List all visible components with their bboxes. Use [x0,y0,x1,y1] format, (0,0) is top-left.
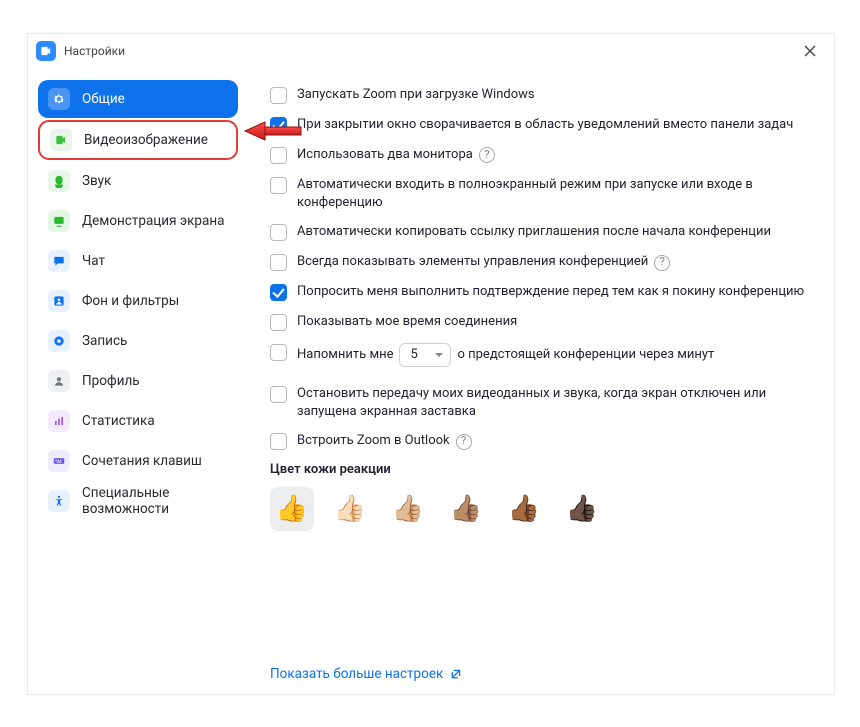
sidebar-item-label: Сочетания клавиш [82,453,202,469]
option-row: Всегда показывать элементы управления ко… [270,253,812,271]
sidebar-item-label: Чат [82,253,105,269]
option-label: Запускать Zoom при загрузке Windows [297,86,812,104]
help-icon[interactable]: ? [456,434,472,450]
skin-tone-option[interactable]: 👍🏽 [444,487,488,531]
sidebar-item-stats[interactable]: Статистика [38,402,238,440]
option-label: Автоматически копировать ссылку приглаше… [297,223,812,241]
close-button[interactable] [796,37,824,65]
checkbox[interactable] [270,386,287,403]
checkbox[interactable] [270,147,287,164]
checkbox[interactable] [270,314,287,331]
gear-icon [48,88,70,110]
option-row: Автоматически входить в полноэкранный ре… [270,176,812,211]
sidebar-item-keyboard[interactable]: Сочетания клавиш [38,442,238,480]
option-label: Показывать мое время соединения [297,313,812,331]
option-row: Встроить Zoom в Outlook? [270,432,812,450]
sidebar-item-bg[interactable]: Фон и фильтры [38,282,238,320]
sidebar-item-audio[interactable]: Звук [38,162,238,200]
sidebar-item-label: Профиль [82,373,140,389]
option-label: Всегда показывать элементы управления ко… [297,253,812,271]
checkbox[interactable] [270,87,287,104]
bg-icon [48,290,70,312]
option-row: Запускать Zoom при загрузке Windows [270,86,812,104]
option-row: Напомнить мне5о предстоящей конференции … [270,343,812,367]
sidebar-item-label: Демонстрация экрана [82,213,224,229]
option-row: При закрытии окно сворачивается в област… [270,116,812,134]
sidebar-item-share[interactable]: Демонстрация экрана [38,202,238,240]
checkbox[interactable] [270,284,287,301]
skin-tone-option[interactable]: 👍🏻 [328,487,372,531]
skin-tone-option[interactable]: 👍🏼 [386,487,430,531]
sidebar-item-label: Фон и фильтры [82,293,179,309]
sidebar-item-label: Звук [82,173,111,189]
option-label: Напомнить мне5о предстоящей конференции … [297,343,812,367]
share-icon [48,210,70,232]
help-icon[interactable]: ? [479,147,495,163]
titlebar: Настройки [28,34,834,68]
sidebar-item-label: Запись [82,333,127,349]
remind-minutes-select[interactable]: 5 [399,343,451,367]
sidebar-item-chat[interactable]: Чат [38,242,238,280]
checkbox[interactable] [270,433,287,450]
sidebar-item-label: Видеоизображение [84,132,208,148]
option-row: Остановить передачу моих видеоданных и з… [270,385,812,420]
sidebar-item-access[interactable]: Специальныевозможности [38,482,238,520]
app-logo-icon [36,41,56,61]
checkbox[interactable] [270,224,287,241]
option-row: Использовать два монитора? [270,146,812,164]
checkbox[interactable] [270,177,287,194]
skin-tone-option[interactable]: 👍 [270,487,314,531]
settings-content: Запускать Zoom при загрузке Windows При з… [248,68,834,694]
option-label: При закрытии окно сворачивается в област… [297,116,812,134]
skin-tone-option[interactable]: 👍🏾 [502,487,546,531]
record-icon [48,330,70,352]
sidebar-item-record[interactable]: Запись [38,322,238,360]
sidebar-item-profile[interactable]: Профиль [38,362,238,400]
option-label: Попросить меня выполнить подтверждение п… [297,283,812,301]
profile-icon [48,370,70,392]
sidebar-item-label: Специальные [82,485,169,501]
help-icon[interactable]: ? [654,255,670,271]
option-label: Автоматически входить в полноэкранный ре… [297,176,812,211]
skin-tone-label: Цвет кожи реакции [270,462,812,477]
sidebar-item-gear[interactable]: Общие [38,80,238,118]
checkbox[interactable] [270,254,287,271]
option-label: Встроить Zoom в Outlook? [297,432,812,450]
option-row: Автоматически копировать ссылку приглаше… [270,223,812,241]
sidebar-item-label: Статистика [82,413,155,429]
sidebar: Общие Видеоизображение Звук Демонстрация эк… [28,68,248,694]
audio-icon [48,170,70,192]
sidebar-item-video[interactable]: Видеоизображение [38,120,238,160]
option-label: Остановить передачу моих видеоданных и з… [297,385,812,420]
video-icon [50,129,72,151]
option-label: Использовать два монитора? [297,146,812,164]
more-settings-label: Показать больше настроек [270,666,443,682]
keyboard-icon [48,450,70,472]
skin-tone-option[interactable]: 👍🏿 [560,487,604,531]
sidebar-item-label: Общие [82,91,125,107]
stats-icon [48,410,70,432]
chat-icon [48,250,70,272]
window-title: Настройки [64,44,796,58]
checkbox[interactable] [270,344,287,361]
checkbox[interactable] [270,117,287,134]
access-icon [48,490,70,512]
option-row: Попросить меня выполнить подтверждение п… [270,283,812,301]
skin-tone-row: 👍 👍🏻 👍🏼 👍🏽 👍🏾 👍🏿 [270,487,812,531]
more-settings-link[interactable]: Показать больше настроек [270,666,462,682]
sidebar-item-label2: возможности [82,501,169,517]
option-row: Показывать мое время соединения [270,313,812,331]
